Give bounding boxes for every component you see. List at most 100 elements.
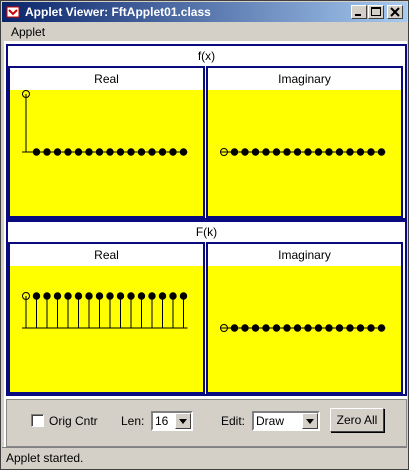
- len-dropdown-arrow[interactable]: [175, 413, 191, 429]
- orig-cntr-label: Orig Cntr: [49, 414, 98, 428]
- edit-select-value: Draw: [256, 414, 285, 428]
- data-point: [314, 148, 323, 156]
- data-point: [64, 148, 72, 156]
- data-point: [32, 292, 41, 300]
- data-point: [356, 148, 365, 156]
- fk-section-title: F(k): [195, 225, 218, 239]
- data-point: [335, 324, 344, 332]
- fk-real-title: Real: [10, 244, 203, 266]
- minimize-icon: [355, 14, 361, 16]
- fk-real-plot[interactable]: [10, 266, 203, 392]
- data-point: [127, 148, 135, 156]
- fx-imag-panel: Imaginary: [206, 66, 403, 218]
- data-point: [158, 148, 167, 156]
- data-point: [335, 148, 344, 156]
- data-point: [179, 148, 188, 156]
- data-point: [230, 324, 239, 332]
- data-point: [356, 324, 365, 332]
- data-point: [293, 324, 302, 332]
- data-point: [241, 148, 249, 156]
- fx-imag-chart[interactable]: [208, 90, 401, 216]
- data-point: [85, 148, 93, 156]
- fk-real-chart[interactable]: [10, 266, 203, 392]
- window-title: Applet Viewer: FftApplet01.class: [25, 5, 211, 19]
- chevron-down-icon: [179, 419, 187, 424]
- data-point: [74, 148, 83, 156]
- data-point: [137, 292, 146, 300]
- edit-label: Edit:: [221, 414, 246, 428]
- data-point: [346, 324, 354, 332]
- data-point: [158, 292, 167, 300]
- data-point: [377, 148, 386, 156]
- data-point: [304, 324, 312, 332]
- data-point: [377, 324, 386, 332]
- status-bar: Applet started.: [2, 447, 407, 469]
- fx-section-title: f(x): [197, 49, 216, 63]
- fk-imag-chart[interactable]: [208, 266, 401, 392]
- edit-select[interactable]: Draw: [252, 411, 320, 431]
- applet-content: f(x) Real Imaginary F(k) Real Imaginary …: [4, 41, 407, 447]
- fx-real-title: Real: [10, 68, 203, 90]
- data-point: [148, 148, 156, 156]
- java-applet-icon: [6, 6, 20, 18]
- data-point: [53, 292, 62, 300]
- orig-cntr-checkbox[interactable]: [31, 414, 44, 427]
- data-point: [106, 148, 114, 156]
- data-point: [106, 292, 114, 300]
- zero-all-button[interactable]: Zero All: [330, 408, 384, 432]
- data-point: [53, 148, 62, 156]
- applet-viewer-window: Applet Viewer: FftApplet01.class Applet …: [0, 0, 409, 470]
- data-point: [43, 292, 51, 300]
- data-point: [179, 292, 188, 300]
- data-point: [367, 324, 375, 332]
- fx-real-plot[interactable]: [10, 90, 203, 216]
- data-point: [74, 292, 83, 300]
- data-point: [262, 148, 270, 156]
- data-point: [116, 292, 125, 300]
- data-point: [251, 148, 260, 156]
- fk-imag-title: Imaginary: [208, 244, 401, 266]
- data-point: [230, 148, 239, 156]
- data-point: [127, 292, 135, 300]
- menu-bar: Applet: [2, 23, 407, 41]
- maximize-icon: [371, 7, 381, 16]
- status-text: Applet started.: [6, 451, 84, 465]
- maximize-button[interactable]: [368, 5, 384, 19]
- fx-real-panel: Real: [8, 66, 205, 218]
- data-point: [346, 148, 354, 156]
- data-point: [169, 292, 177, 300]
- data-point: [32, 148, 41, 156]
- data-point: [272, 148, 281, 156]
- len-select-value: 16: [155, 414, 169, 428]
- fx-real-chart[interactable]: [10, 90, 203, 216]
- fk-real-panel: Real: [8, 242, 205, 394]
- data-point: [169, 148, 177, 156]
- len-select[interactable]: 16: [151, 411, 193, 431]
- data-point: [283, 324, 291, 332]
- data-point: [262, 324, 270, 332]
- controls-bar: Orig Cntr Len: 16 Edit: Draw Zero All: [6, 399, 407, 447]
- data-point: [43, 148, 51, 156]
- fk-imag-panel: Imaginary: [206, 242, 403, 394]
- data-point: [85, 292, 93, 300]
- fx-imag-title: Imaginary: [208, 68, 401, 90]
- fx-section: f(x) Real Imaginary: [6, 44, 407, 220]
- title-bar[interactable]: Applet Viewer: FftApplet01.class: [2, 2, 407, 22]
- data-point: [367, 148, 375, 156]
- data-point: [64, 292, 72, 300]
- data-point: [95, 292, 104, 300]
- minimize-button[interactable]: [351, 5, 367, 19]
- edit-dropdown-arrow[interactable]: [302, 413, 318, 429]
- data-point: [293, 148, 302, 156]
- data-point: [325, 148, 333, 156]
- close-button[interactable]: [387, 5, 403, 19]
- chevron-down-icon: [306, 419, 314, 424]
- menu-applet[interactable]: Applet: [11, 25, 45, 39]
- fk-imag-plot[interactable]: [208, 266, 401, 392]
- fk-section: F(k) Real Imaginary: [6, 220, 407, 396]
- data-point: [241, 324, 249, 332]
- data-point: [272, 324, 281, 332]
- data-point: [148, 292, 156, 300]
- fx-imag-plot[interactable]: [208, 90, 401, 216]
- len-label: Len:: [121, 414, 145, 428]
